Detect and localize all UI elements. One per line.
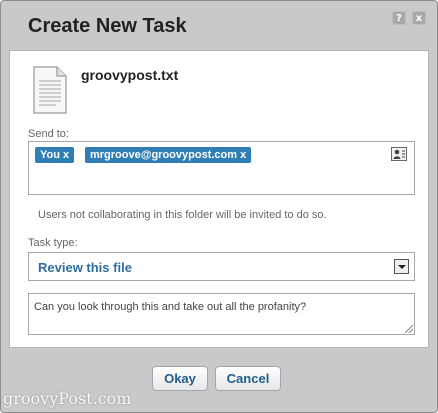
okay-button[interactable]: Okay: [152, 366, 208, 391]
dialog-titlebar: Create New Task ? x: [1, 1, 437, 51]
recipient-chip-you[interactable]: You x: [35, 147, 75, 163]
cancel-button[interactable]: Cancel: [215, 366, 281, 391]
task-message-text: Can you look through this and take out a…: [34, 301, 307, 313]
invite-notice: Users not collaborating in this folder w…: [38, 209, 327, 221]
task-message-textarea[interactable]: Can you look through this and take out a…: [28, 293, 415, 335]
resize-grip-icon[interactable]: [405, 325, 413, 333]
create-task-dialog: Create New Task ? x groovypost.txt Send …: [0, 0, 438, 413]
task-type-label: Task type:: [28, 237, 78, 249]
document-icon: [33, 66, 67, 114]
help-button[interactable]: ?: [392, 11, 406, 25]
task-type-select[interactable]: Review this file: [28, 252, 415, 281]
recipient-chip-mrgroove[interactable]: mrgroove@groovypost.com x: [85, 147, 252, 163]
file-name: groovypost.txt: [81, 67, 179, 83]
send-to-field[interactable]: You x mrgroove@groovypost.com x: [28, 141, 415, 195]
contacts-icon[interactable]: [391, 147, 407, 161]
send-to-label: Send to:: [28, 128, 69, 140]
dialog-title: Create New Task: [28, 15, 187, 37]
dialog-content: groovypost.txt Send to: You x mrgroove@g…: [9, 50, 429, 348]
task-type-value: Review this file: [38, 260, 132, 275]
watermark: groovyPost.com: [3, 389, 132, 408]
chevron-down-icon[interactable]: [394, 259, 409, 274]
close-button[interactable]: x: [412, 11, 426, 25]
